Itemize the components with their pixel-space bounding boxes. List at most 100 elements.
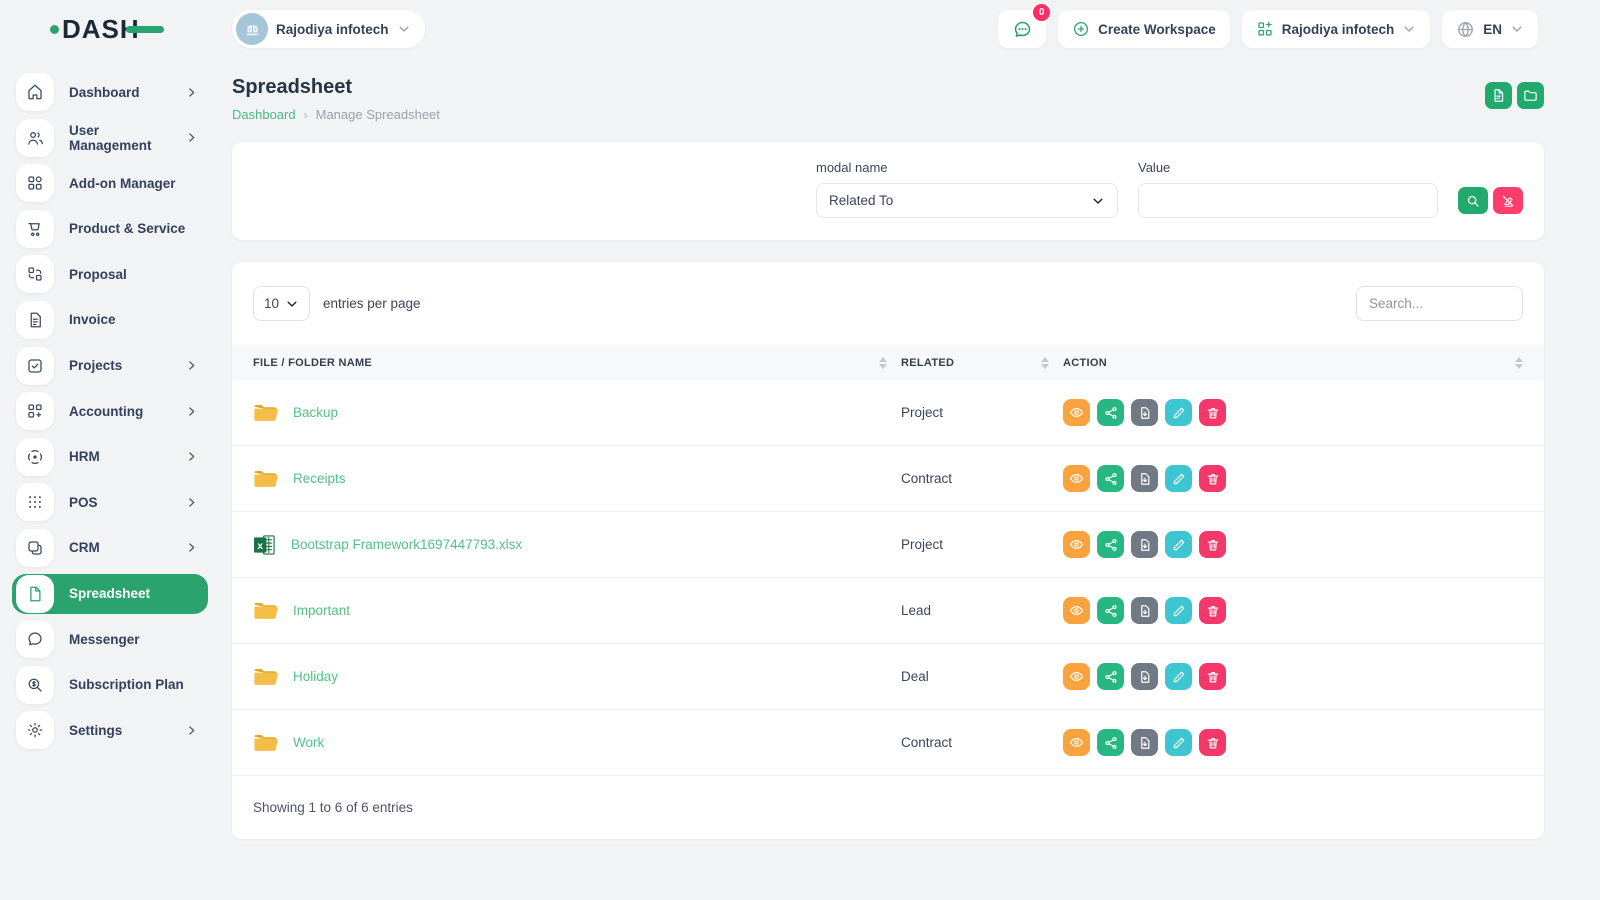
- table-search-input[interactable]: [1356, 286, 1523, 321]
- sidebar-item-add-on-manager[interactable]: Add-on Manager: [12, 163, 208, 203]
- sidebar-item-dashboard[interactable]: Dashboard: [12, 72, 208, 112]
- value-input[interactable]: [1138, 183, 1438, 218]
- sidebar-item-settings[interactable]: Settings: [12, 710, 208, 750]
- edit-button[interactable]: [1165, 729, 1192, 756]
- hrm-icon: [16, 438, 54, 476]
- reset-filter-button[interactable]: [1493, 187, 1523, 214]
- file-folder-link[interactable]: Important: [293, 603, 350, 618]
- sidebar-item-accounting[interactable]: Accounting: [12, 391, 208, 431]
- create-workspace-button[interactable]: Create Workspace: [1058, 10, 1230, 48]
- sidebar-item-proposal[interactable]: Proposal: [12, 254, 208, 294]
- delete-button[interactable]: [1199, 729, 1226, 756]
- table-row: Receipts Contract: [232, 446, 1544, 512]
- sidebar-item-messenger[interactable]: Messenger: [12, 619, 208, 659]
- row-actions: [1063, 729, 1523, 756]
- download-button[interactable]: [1131, 729, 1158, 756]
- delete-button[interactable]: [1199, 663, 1226, 690]
- model-select-value: Related To: [829, 193, 893, 208]
- workspace-selector[interactable]: Rajodiya infotech: [232, 10, 425, 48]
- sidebar-item-spreadsheet[interactable]: Spreadsheet: [12, 574, 208, 614]
- view-button[interactable]: [1063, 729, 1090, 756]
- share-button[interactable]: [1097, 663, 1124, 690]
- file-folder-link[interactable]: Holiday: [293, 669, 338, 684]
- sidebar-item-label: Messenger: [69, 632, 198, 647]
- delete-button[interactable]: [1199, 597, 1226, 624]
- chevron-right-icon: [185, 405, 198, 418]
- folder-white-icon: [1523, 88, 1538, 103]
- sidebar-item-invoice[interactable]: Invoice: [12, 300, 208, 340]
- download-button[interactable]: [1131, 399, 1158, 426]
- sidebar-item-subscription-plan[interactable]: Subscription Plan: [12, 665, 208, 705]
- related-value: Project: [901, 537, 1063, 552]
- download-button[interactable]: [1131, 597, 1158, 624]
- row-actions: [1063, 399, 1523, 426]
- trash-icon: [1206, 406, 1220, 420]
- sidebar-item-hrm[interactable]: HRM: [12, 437, 208, 477]
- apply-filter-button[interactable]: [1458, 187, 1488, 214]
- logo-dot-icon: [50, 25, 59, 34]
- sidebar-item-product-service[interactable]: Product & Service: [12, 209, 208, 249]
- eye-icon: [1069, 537, 1084, 552]
- share-button[interactable]: [1097, 597, 1124, 624]
- delete-button[interactable]: [1199, 531, 1226, 558]
- download-button[interactable]: [1131, 663, 1158, 690]
- sidebar-item-projects[interactable]: Projects: [12, 346, 208, 386]
- workspace-menu[interactable]: Rajodiya infotech: [1242, 10, 1431, 48]
- edit-button[interactable]: [1165, 531, 1192, 558]
- sort-icon[interactable]: [879, 357, 887, 369]
- pencil-icon: [1172, 538, 1186, 552]
- breadcrumb-dashboard-link[interactable]: Dashboard: [232, 107, 296, 122]
- row-actions: [1063, 597, 1523, 624]
- sidebar-item-user-management[interactable]: User Management: [12, 118, 208, 158]
- download-button[interactable]: [1131, 465, 1158, 492]
- file-folder-link[interactable]: Backup: [293, 405, 338, 420]
- edit-button[interactable]: [1165, 597, 1192, 624]
- sidebar-item-label: Add-on Manager: [69, 176, 198, 191]
- view-button[interactable]: [1063, 399, 1090, 426]
- view-button[interactable]: [1063, 531, 1090, 558]
- sort-icon[interactable]: [1041, 357, 1049, 369]
- folder-icon: [253, 666, 278, 688]
- page-size-select[interactable]: 10: [253, 286, 310, 321]
- share-button[interactable]: [1097, 729, 1124, 756]
- column-header-file-folder-name[interactable]: FILE / FOLDER NAME: [253, 357, 901, 369]
- messages-button[interactable]: 0: [998, 10, 1046, 48]
- folder-icon: [253, 732, 278, 754]
- share-button[interactable]: [1097, 399, 1124, 426]
- accounting-icon: [16, 392, 54, 430]
- language-selector[interactable]: EN: [1442, 10, 1538, 48]
- grid-plus-icon: [1256, 20, 1274, 38]
- delete-button[interactable]: [1199, 399, 1226, 426]
- globe-icon: [1456, 20, 1475, 39]
- edit-button[interactable]: [1165, 465, 1192, 492]
- delete-button[interactable]: [1199, 465, 1226, 492]
- sidebar-item-pos[interactable]: POS: [12, 482, 208, 522]
- file-folder-link[interactable]: Work: [293, 735, 324, 750]
- chevron-right-icon: [185, 496, 198, 509]
- excel-icon: x: [253, 534, 276, 556]
- file-folder-link[interactable]: Bootstrap Framework1697447793.xlsx: [291, 537, 522, 552]
- table-body: Backup Project Receipts Contract x Boots…: [232, 380, 1544, 776]
- brand-logo: DASH: [50, 14, 164, 45]
- edit-button[interactable]: [1165, 399, 1192, 426]
- reset-icon: [1501, 194, 1515, 208]
- edit-button[interactable]: [1165, 663, 1192, 690]
- sort-icon[interactable]: [1515, 357, 1523, 369]
- view-button[interactable]: [1063, 597, 1090, 624]
- column-header-related[interactable]: RELATED: [901, 357, 1063, 369]
- share-button[interactable]: [1097, 531, 1124, 558]
- share-button[interactable]: [1097, 465, 1124, 492]
- view-button[interactable]: [1063, 465, 1090, 492]
- create-file-button[interactable]: [1485, 82, 1512, 109]
- logo-zone: DASH: [0, 14, 232, 45]
- breadcrumb: Dashboard › Manage Spreadsheet: [232, 107, 440, 122]
- model-select[interactable]: Related To: [816, 183, 1118, 218]
- view-button[interactable]: [1063, 663, 1090, 690]
- file-folder-link[interactable]: Receipts: [293, 471, 346, 486]
- sidebar-item-label: Invoice: [69, 312, 198, 327]
- sidebar-item-crm[interactable]: CRM: [12, 528, 208, 568]
- create-folder-button[interactable]: [1517, 82, 1544, 109]
- column-header-action[interactable]: ACTION: [1063, 357, 1523, 369]
- download-button[interactable]: [1131, 531, 1158, 558]
- proposal-icon: [16, 255, 54, 293]
